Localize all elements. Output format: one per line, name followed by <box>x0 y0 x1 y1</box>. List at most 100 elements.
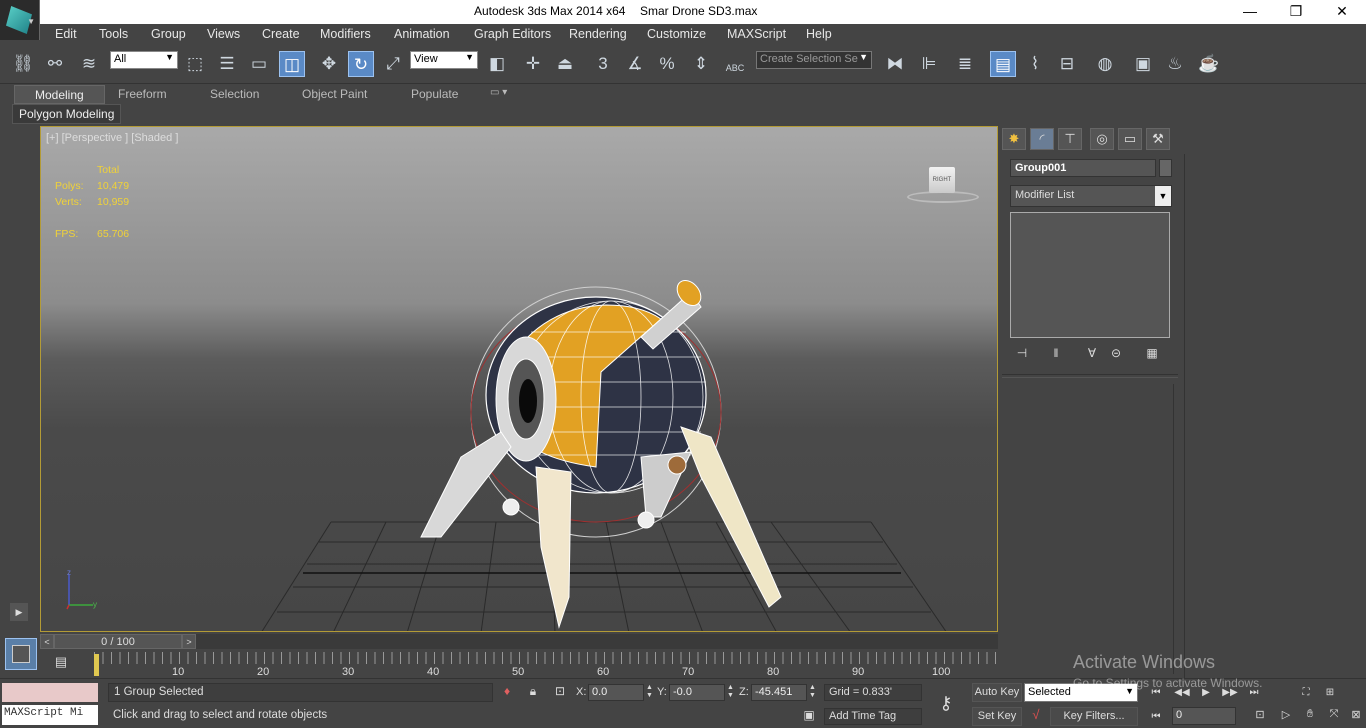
modifier-list-dropdown[interactable]: Modifier List ▼ <box>1010 185 1172 207</box>
select-object-icon[interactable]: ⬚ <box>182 51 208 77</box>
percent-snap-icon[interactable]: % <box>654 51 680 77</box>
make-unique-icon[interactable]: ∀ <box>1082 346 1102 362</box>
menu-edit[interactable]: Edit <box>55 27 77 41</box>
bind-space-warp-icon[interactable]: ≋ <box>76 51 102 77</box>
menu-rendering[interactable]: Rendering <box>569 27 627 41</box>
restore-button[interactable]: ❐ <box>1273 0 1319 24</box>
pin-stack-icon[interactable]: ⊣ <box>1012 346 1032 362</box>
lock-selection-icon[interactable]: 🔒︎ <box>524 684 542 702</box>
menu-group[interactable]: Group <box>151 27 186 41</box>
modifier-stack[interactable] <box>1010 212 1170 338</box>
menu-graph-editors[interactable]: Graph Editors <box>474 27 551 41</box>
z-spinner-icon[interactable]: ▲ ▼ <box>809 684 817 701</box>
selection-filter-dropdown[interactable]: All ▼ <box>110 51 178 69</box>
maxscript-listener-input[interactable]: MAXScript Mi <box>2 705 98 725</box>
tab-populate[interactable]: Populate <box>407 87 462 101</box>
mirror-icon[interactable]: ⧓ <box>882 51 908 77</box>
show-end-result-icon[interactable]: ‖ <box>1046 346 1066 362</box>
menu-animation[interactable]: Animation <box>394 27 450 41</box>
link-icon[interactable]: ⛓ <box>10 51 36 77</box>
render-setup-icon[interactable]: ▣ <box>1130 51 1156 77</box>
select-rotate-icon[interactable]: ↻ <box>348 51 374 77</box>
close-button[interactable]: ✕ <box>1319 0 1365 24</box>
time-slider-track[interactable] <box>196 634 998 649</box>
isolate-selection-icon[interactable]: ♦ <box>498 684 516 702</box>
field-of-view-icon[interactable]: ▷ <box>1276 708 1296 724</box>
key-filters-button[interactable]: Key Filters... <box>1050 707 1138 726</box>
minimize-button[interactable]: — <box>1227 0 1273 24</box>
z-coordinate-field[interactable]: -45.451 <box>751 684 807 701</box>
hierarchy-tab-icon[interactable]: ⊤ <box>1058 128 1082 150</box>
graphite-toolbar-icon[interactable]: ▤ <box>990 51 1016 77</box>
x-spinner-icon[interactable]: ▲ ▼ <box>646 684 654 701</box>
tab-selection[interactable]: Selection <box>206 87 263 101</box>
tab-object-paint[interactable]: Object Paint <box>298 87 371 101</box>
current-frame-field[interactable]: 0 <box>1172 707 1236 725</box>
menu-views[interactable]: Views <box>207 27 240 41</box>
key-mode-toggle-icon[interactable]: ⏮ <box>1146 709 1166 725</box>
perspective-viewport[interactable]: [+] [Perspective ] [Shaded ] Total Polys… <box>40 126 998 632</box>
select-manipulate-icon[interactable]: ✛ <box>520 51 546 77</box>
tab-modeling[interactable]: Modeling <box>14 85 105 104</box>
time-tag-icon[interactable]: ▣ <box>800 708 818 726</box>
select-scale-icon[interactable]: ⤢ <box>380 51 406 77</box>
render-production-icon[interactable]: ☕ <box>1196 51 1222 77</box>
play-animation-icon[interactable]: ▶ <box>1196 685 1216 701</box>
maximize-toggle-icon[interactable]: ⊠ <box>1346 708 1366 724</box>
timeline-ruler[interactable]: 10 20 30 40 50 60 70 80 90 100 <box>94 652 998 678</box>
go-to-end-icon[interactable]: ⏭ <box>1244 685 1264 701</box>
maxscript-output[interactable] <box>2 683 98 702</box>
y-coordinate-field[interactable]: -0.0 <box>669 684 725 701</box>
ribbon-options-icon[interactable]: ▭ ▾ <box>486 87 511 98</box>
material-editor-icon[interactable]: ◍ <box>1092 51 1118 77</box>
schematic-view-icon[interactable]: ⊟ <box>1054 51 1080 77</box>
menu-maxscript[interactable]: MAXScript <box>727 27 786 41</box>
reference-coordinate-dropdown[interactable]: View ▼ <box>410 51 478 69</box>
add-time-tag-button[interactable]: Add Time Tag <box>824 708 922 725</box>
previous-frame-icon[interactable]: < <box>40 634 54 649</box>
viewcube-face[interactable]: RIGHT <box>929 167 955 193</box>
maximize-viewport-button[interactable] <box>5 638 37 670</box>
polygon-modeling-panel[interactable]: Polygon Modeling <box>12 104 122 124</box>
angle-snap-icon[interactable]: ∡ <box>622 51 648 77</box>
unlink-icon[interactable]: ⚯ <box>42 51 68 77</box>
expand-arrow-icon[interactable]: ▶ <box>10 603 28 621</box>
y-spinner-icon[interactable]: ▲ ▼ <box>727 684 735 701</box>
menu-help[interactable]: Help <box>806 27 832 41</box>
utilities-tab-icon[interactable]: ⚒ <box>1146 128 1170 150</box>
motion-tab-icon[interactable]: ◎ <box>1090 128 1114 150</box>
zoom-extents-all-icon[interactable]: ⊞ <box>1320 685 1340 701</box>
next-frame-icon[interactable]: > <box>182 634 196 649</box>
auto-key-button[interactable]: Auto Key <box>972 683 1022 702</box>
configure-modifier-sets-icon[interactable]: ▦ <box>1142 346 1162 362</box>
remove-modifier-icon[interactable]: ⊝ <box>1106 346 1126 362</box>
set-keys-icon[interactable]: ⚷ <box>930 693 962 713</box>
viewcube[interactable]: RIGHT <box>903 165 983 209</box>
layer-manager-icon[interactable]: ≣ <box>952 51 978 77</box>
select-by-name-icon[interactable]: ☰ <box>214 51 240 77</box>
display-tab-icon[interactable]: ▭ <box>1118 128 1142 150</box>
select-move-icon[interactable]: ✥ <box>316 51 342 77</box>
next-frame-icon[interactable]: ▶▶ <box>1220 685 1240 701</box>
rectangular-selection-icon[interactable]: ▭ <box>246 51 272 77</box>
previous-frame-icon[interactable]: ◀◀ <box>1172 685 1192 701</box>
keyboard-shortcut-override-icon[interactable]: ⏏ <box>552 51 578 77</box>
pan-view-icon[interactable]: ✋︎ <box>1300 708 1320 724</box>
menu-customize[interactable]: Customize <box>647 27 706 41</box>
modify-tab-icon[interactable]: ◜ <box>1030 128 1054 150</box>
tab-freeform[interactable]: Freeform <box>114 87 171 101</box>
object-name-field[interactable]: Group001 <box>1010 159 1156 177</box>
snap-toggle-icon[interactable]: 3 <box>590 51 616 77</box>
zoom-extents-icon[interactable]: ⛶ <box>1296 685 1316 701</box>
key-mode-selection-dropdown[interactable]: Selected ▼ <box>1024 683 1138 702</box>
current-frame-marker[interactable] <box>94 654 99 676</box>
rendered-frame-window-icon[interactable]: ♨ <box>1162 51 1188 77</box>
create-tab-icon[interactable]: ✸ <box>1002 128 1026 150</box>
menu-tools[interactable]: Tools <box>99 27 128 41</box>
spinner-snap-icon[interactable]: ⇕ <box>688 51 714 77</box>
orbit-icon[interactable]: ⤧ <box>1324 708 1344 724</box>
absolute-mode-icon[interactable]: ⊡ <box>551 684 569 702</box>
time-configuration-icon[interactable]: ⊡ <box>1250 708 1270 724</box>
default-in-out-tangent-icon[interactable]: √ <box>1026 707 1046 726</box>
open-mini-curve-editor-icon[interactable]: ▤ <box>48 654 74 674</box>
